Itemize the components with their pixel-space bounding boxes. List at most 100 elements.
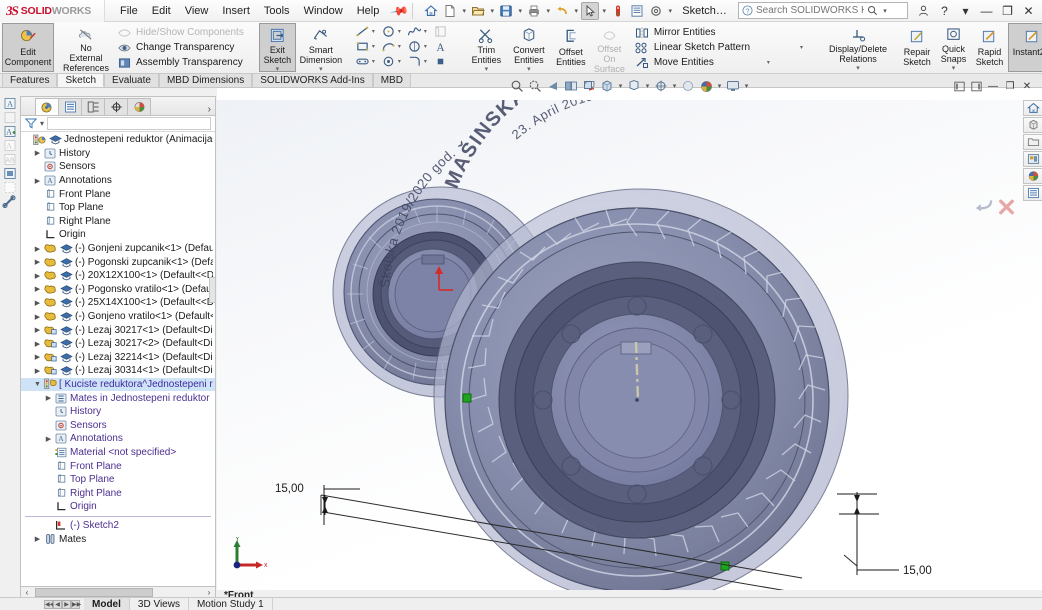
menu-item-help[interactable]: Help	[350, 2, 387, 20]
graphics-area[interactable]: MAŠINSKA ŠKOLA PRIJEDOR 23. April 2019./…	[217, 88, 1042, 590]
make-drawing-icon[interactable]	[2, 167, 18, 180]
feature-tree-filter-input[interactable]	[47, 117, 211, 130]
open-folder-icon[interactable]	[469, 2, 487, 20]
sketch-fillet-tool[interactable]: ▾	[406, 55, 432, 69]
document-window-controls[interactable]: — ❐ ✕	[952, 79, 1034, 93]
repair-sketch-button[interactable]: Repair Sketch	[898, 23, 936, 72]
tree-node[interactable]: ▶ (-) Lezaj 32214<1> (Default<Display Sta…	[21, 351, 215, 365]
dimxpert-manager-tab[interactable]	[104, 98, 128, 115]
search-input[interactable]	[756, 5, 864, 16]
tree-node[interactable]: Right Plane	[21, 215, 215, 229]
linear-pattern-caret[interactable]: ▾	[800, 44, 803, 51]
print-icon[interactable]	[525, 2, 543, 20]
smart-dimension-caret[interactable]: ▾	[319, 66, 323, 73]
accept-sketch-icon[interactable]	[974, 197, 995, 217]
line-caret[interactable]: ▾	[372, 28, 375, 35]
change-transparency-button[interactable]: Change Transparency	[112, 40, 249, 55]
rebuild-icon[interactable]	[609, 2, 627, 20]
sketch-arc-tool[interactable]: ▾	[380, 40, 406, 54]
menu-item-insert[interactable]: Insert	[215, 2, 257, 20]
sketch-surface-tool[interactable]	[432, 25, 458, 39]
tree-node[interactable]: ▶ (-) Gonjeni zupcanik<1> (Default<<Defau…	[21, 242, 215, 256]
tree-node[interactable]: Material <not specified>	[21, 446, 215, 460]
sketch-text-tool[interactable]: A	[432, 40, 458, 54]
new-document-icon[interactable]	[441, 2, 459, 20]
tree-node[interactable]: ▶ A Annotations	[21, 432, 215, 446]
hide-show-components-button[interactable]: Hide/Show Components	[112, 25, 249, 40]
arc-caret[interactable]: ▾	[398, 43, 401, 50]
doc-next-button[interactable]	[969, 79, 983, 93]
open-caret[interactable]: ▾	[488, 7, 496, 15]
feature-tree-scrollbar[interactable]	[209, 277, 216, 303]
custom-properties-icon[interactable]	[1023, 185, 1042, 201]
menu-item-edit[interactable]: Edit	[145, 2, 178, 20]
display-manager-tab[interactable]	[127, 98, 151, 115]
help-search-box[interactable]: ? ▾	[738, 2, 908, 19]
rollback-bar[interactable]	[25, 515, 211, 517]
exit-sketch-button[interactable]: Exit Sketch ▾	[258, 23, 296, 73]
chevron-right-icon[interactable]: ▶	[32, 340, 43, 348]
tree-node[interactable]: Top Plane	[21, 473, 215, 487]
edit-sketch-icon[interactable]: A	[2, 97, 18, 110]
help-caret[interactable]: ▾	[956, 2, 975, 20]
no-external-references-button[interactable]: No External References	[62, 23, 110, 73]
zoom-to-area-icon[interactable]	[527, 78, 543, 94]
settings-caret[interactable]: ▾	[666, 7, 674, 15]
chevron-right-icon[interactable]: ▶	[32, 245, 43, 253]
doc-restore-button[interactable]: ❐	[1003, 79, 1017, 93]
sketch-circle-tool[interactable]: ▾	[380, 25, 406, 39]
instant2d-button[interactable]: Instant2D	[1008, 23, 1042, 72]
nav-play-button[interactable]: ▶	[62, 599, 71, 609]
pin-icon[interactable]: 📌	[390, 0, 410, 20]
doc-prev-button[interactable]	[952, 79, 966, 93]
graphics-view-toolbar[interactable]: ▾ ▾ ▾ ▾ ▾ — ❐ ✕	[217, 76, 1042, 96]
rapid-sketch-button[interactable]: Rapid Sketch	[971, 23, 1008, 72]
display-monitor-caret[interactable]: ▾	[743, 82, 750, 90]
tree-node[interactable]: Jednostepeni reduktor (Animacija<Display…	[21, 133, 215, 147]
left-vertical-toolbar[interactable]: A A A AB	[0, 95, 19, 209]
hscroll-thumb[interactable]	[35, 588, 153, 597]
chevron-right-icon[interactable]: ▶	[32, 535, 43, 543]
tree-node[interactable]: ▶ (-) Pogonski zupcanik<1> (Default<<Defa…	[21, 255, 215, 269]
edit-appearance-caret[interactable]: ▾	[671, 82, 678, 90]
quick-access-toolbar[interactable]: ▾ ▾ ▾ ▾ ▾ ▾ ▾	[422, 1, 674, 20]
exit-sketch-caret[interactable]: ▾	[276, 66, 280, 73]
design-library-icon[interactable]	[1023, 117, 1042, 133]
hscroll-right-arrow[interactable]: ›	[203, 588, 215, 597]
hscroll-left-arrow[interactable]: ‹	[21, 588, 33, 597]
tree-node[interactable]: ▶ Mates in Jednostepeni reduktor	[21, 391, 215, 405]
close-button[interactable]: ✕	[1019, 2, 1038, 20]
chevron-down-icon[interactable]: ▼	[32, 381, 43, 388]
display-monitor-icon[interactable]	[725, 78, 741, 94]
point-caret[interactable]: ▾	[398, 58, 401, 65]
menu-item-file[interactable]: File	[113, 2, 145, 20]
convert-entities-button[interactable]: Convert Entities ▾	[507, 23, 551, 73]
section-view-icon[interactable]	[563, 78, 579, 94]
chevron-right-icon[interactable]: ▶	[32, 299, 43, 307]
home-task-icon[interactable]	[1023, 100, 1042, 116]
trim-entities-caret[interactable]: ▾	[485, 66, 489, 73]
spline-caret[interactable]: ▾	[424, 28, 427, 35]
display-delete-relations-button[interactable]: Display/Delete Relations ▾	[818, 23, 898, 72]
chevron-right-icon[interactable]: ▶	[32, 285, 43, 293]
tree-node[interactable]: ▶ (-) Gonjeno vratilo<1> (Default<<Defaul…	[21, 310, 215, 324]
sketch-rectangle-tool[interactable]: ▾	[354, 40, 380, 54]
tree-node[interactable]: ▶ A Annotations	[21, 174, 215, 188]
tree-node[interactable]: Top Plane	[21, 201, 215, 215]
settings-gear-icon[interactable]	[647, 2, 665, 20]
chevron-right-icon[interactable]: ▶	[32, 177, 43, 185]
select-pointer-icon[interactable]	[581, 1, 600, 20]
mirror-entities-button[interactable]: Mirror Entities	[630, 25, 808, 40]
menu-bar[interactable]: File Edit View Insert Tools Window Help …	[113, 0, 410, 22]
tree-node[interactable]: History	[21, 405, 215, 419]
nav-next-button[interactable]: ▶▶	[71, 599, 81, 609]
tree-node[interactable]: Right Plane	[21, 486, 215, 500]
status-tab-model[interactable]: Model	[84, 597, 130, 610]
minimize-button[interactable]: —	[977, 2, 996, 20]
window-control-group[interactable]: ? ▾ — ❐ ✕	[914, 2, 1038, 20]
search-caret[interactable]: ▾	[881, 7, 889, 15]
doc-close-button[interactable]: ✕	[1020, 79, 1034, 93]
print-caret[interactable]: ▾	[544, 7, 552, 15]
feature-manager-tab-row[interactable]: ›	[21, 97, 215, 116]
offset-on-surface-button[interactable]: Offset On Surface	[591, 23, 628, 74]
